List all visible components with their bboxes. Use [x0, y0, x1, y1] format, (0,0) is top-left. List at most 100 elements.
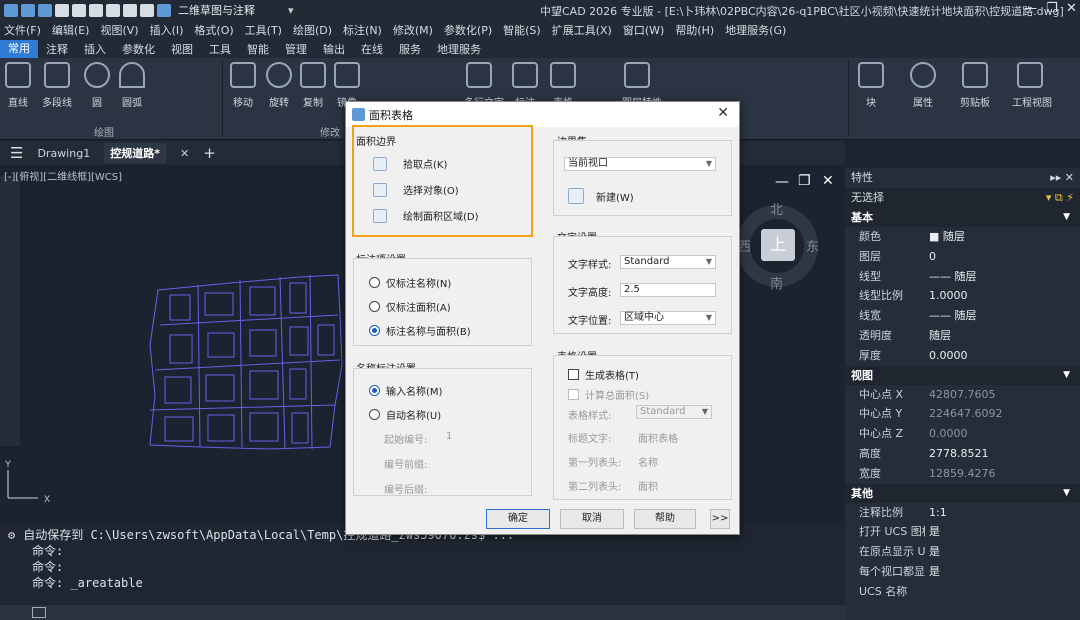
copy-button[interactable]: 复制	[298, 62, 328, 109]
gear-icon[interactable]: ⚙	[8, 528, 15, 542]
left-toolbar[interactable]	[0, 176, 20, 446]
boundary-set-select[interactable]: 当前视口 ▼	[564, 157, 716, 171]
draw-area-button[interactable]: 绘制面积区域(D)	[373, 208, 479, 223]
viewport-close-icon[interactable]: ✕	[822, 173, 834, 189]
menu-geo-service[interactable]: 地理服务(G)	[725, 22, 786, 38]
workspace-selector[interactable]: 二维草图与注释	[178, 2, 255, 18]
prop-row[interactable]: 注释比例 1:1	[845, 503, 1080, 523]
menu-insert[interactable]: 插入(I)	[150, 22, 184, 38]
text-height-input[interactable]: 2.5	[620, 283, 716, 297]
quick-select-icon[interactable]: ▾ ⧉ ⚡	[1046, 188, 1074, 208]
menu-edit[interactable]: 编辑(E)	[52, 22, 90, 38]
maximize-icon[interactable]: ❐	[1046, 1, 1058, 16]
tab-manage[interactable]: 管理	[277, 41, 315, 57]
menu-dimension[interactable]: 标注(N)	[343, 22, 382, 38]
arc-button[interactable]: 圆弧	[117, 62, 147, 109]
prop-row[interactable]: UCS 名称	[845, 582, 1080, 602]
title-text-value[interactable]: 面积表格	[638, 430, 678, 445]
clipboard-button[interactable]: 剪贴板	[960, 62, 990, 109]
generate-table-checkbox[interactable]: 生成表格(T)	[568, 367, 639, 382]
close-tab-icon[interactable]: ✕	[180, 147, 189, 160]
section-view[interactable]: 视图 ▼	[845, 365, 1080, 385]
move-button[interactable]: 移动	[228, 62, 258, 109]
keyboard-icon[interactable]	[32, 607, 46, 618]
prop-row[interactable]: 在原点显示 U...是	[845, 542, 1080, 562]
dialog-header[interactable]: 面积表格 ✕	[346, 102, 739, 127]
tab-online[interactable]: 在线	[353, 41, 391, 57]
help-icon[interactable]	[157, 3, 171, 17]
menu-hamburger-icon[interactable]: ☰	[10, 144, 23, 162]
undo-icon[interactable]	[123, 3, 137, 17]
prop-row[interactable]: 高度 2778.8521	[845, 444, 1080, 464]
prop-row[interactable]: 厚度 0.0000	[845, 346, 1080, 366]
more-button[interactable]: >>	[710, 509, 730, 529]
radio-area-only[interactable]: 仅标注面积(A)	[369, 299, 451, 314]
compass-east[interactable]: 东	[806, 236, 819, 255]
new-file-icon[interactable]	[21, 3, 35, 17]
menu-view[interactable]: 视图(V)	[100, 22, 138, 38]
prop-row[interactable]: 中心点 Z 0.0000	[845, 424, 1080, 444]
minimize-icon[interactable]: —	[1024, 1, 1037, 16]
menu-draw[interactable]: 绘图(D)	[293, 22, 332, 38]
collapse-icon[interactable]: ▼	[1063, 366, 1070, 385]
redo-icon[interactable]	[140, 3, 154, 17]
radio-name-only[interactable]: 仅标注名称(N)	[369, 275, 451, 290]
section-other[interactable]: 其他 ▼	[845, 483, 1080, 503]
line-button[interactable]: 直线	[3, 62, 33, 109]
help-button[interactable]: 帮助	[634, 509, 696, 529]
selection-dropdown[interactable]: 无选择	[851, 188, 884, 208]
table-style-select[interactable]: Standard ▼	[636, 405, 712, 419]
tab-insert[interactable]: 插入	[76, 41, 114, 57]
tab-tools[interactable]: 工具	[201, 41, 239, 57]
cancel-button[interactable]: 取消	[560, 509, 624, 529]
prop-row[interactable]: 中心点 Y 224647.6092	[845, 404, 1080, 424]
attribute-button[interactable]: 属性	[908, 62, 938, 109]
tab-service[interactable]: 服务	[391, 41, 429, 57]
save-as-icon[interactable]	[72, 3, 86, 17]
compass-north[interactable]: 北	[770, 199, 783, 218]
radio-name-and-area[interactable]: 标注名称与面积(B)	[369, 323, 471, 338]
tab-kongguidaolu[interactable]: 控规道路*	[104, 143, 166, 163]
ok-button[interactable]: 确定	[486, 509, 550, 529]
collapse-icon[interactable]: ▼	[1063, 484, 1070, 503]
menu-file[interactable]: 文件(F)	[4, 22, 41, 38]
dialog-close-icon[interactable]: ✕	[717, 105, 729, 121]
menu-smart[interactable]: 智能(S)	[503, 22, 541, 38]
tab-smart[interactable]: 智能	[239, 41, 277, 57]
command-line[interactable]: ⚙ 自动保存到 C:\Users\zwsoft\AppData\Local\Tem…	[0, 523, 845, 605]
engineering-view-button[interactable]: 工程视图	[1012, 62, 1052, 109]
tab-output[interactable]: 输出	[315, 41, 353, 57]
viewport-maximize-icon[interactable]: ❐	[798, 173, 811, 189]
save-icon[interactable]	[55, 3, 69, 17]
prop-row[interactable]: 打开 UCS 图标是	[845, 522, 1080, 542]
tab-annotate[interactable]: 注释	[38, 41, 76, 57]
start-number-input[interactable]: 1	[446, 431, 452, 442]
polyline-button[interactable]: 多段线	[42, 62, 72, 109]
prop-row[interactable]: 颜色 ■ 随层	[845, 227, 1080, 247]
tab-drawing1[interactable]: Drawing1	[37, 147, 90, 160]
menu-parametric[interactable]: 参数化(P)	[444, 22, 492, 38]
menu-help[interactable]: 帮助(H)	[675, 22, 714, 38]
menu-modify[interactable]: 修改(M)	[393, 22, 433, 38]
chevron-down-icon[interactable]: ▾	[288, 4, 294, 17]
compass-south[interactable]: 南	[770, 273, 783, 292]
collapse-icon[interactable]: ▼	[1063, 208, 1070, 227]
add-tab-icon[interactable]: +	[203, 144, 216, 162]
pick-point-button[interactable]: 拾取点(K)	[373, 156, 447, 171]
close-icon[interactable]: ✕	[1066, 1, 1077, 16]
print-icon[interactable]	[89, 3, 103, 17]
total-area-checkbox[interactable]: 计算总面积(S)	[568, 387, 649, 402]
tab-parametric[interactable]: 参数化	[114, 41, 163, 57]
rotate-button[interactable]: 旋转	[264, 62, 294, 109]
viewcube-top[interactable]: 上	[761, 229, 795, 261]
new-boundary-set-button[interactable]: 新建(W)	[568, 188, 634, 204]
tab-geo-service[interactable]: 地理服务	[429, 41, 489, 57]
prop-row[interactable]: 图层 0	[845, 247, 1080, 267]
radio-input-name[interactable]: 输入名称(M)	[369, 383, 442, 398]
tab-home[interactable]: 常用	[0, 40, 38, 58]
prop-row[interactable]: 线型 —— 随层	[845, 267, 1080, 287]
menu-window[interactable]: 窗口(W)	[623, 22, 664, 38]
prop-row[interactable]: 中心点 X 42807.7605	[845, 385, 1080, 405]
section-basic[interactable]: 基本 ▼	[845, 208, 1080, 227]
prop-row[interactable]: 线宽 —— 随层	[845, 306, 1080, 326]
